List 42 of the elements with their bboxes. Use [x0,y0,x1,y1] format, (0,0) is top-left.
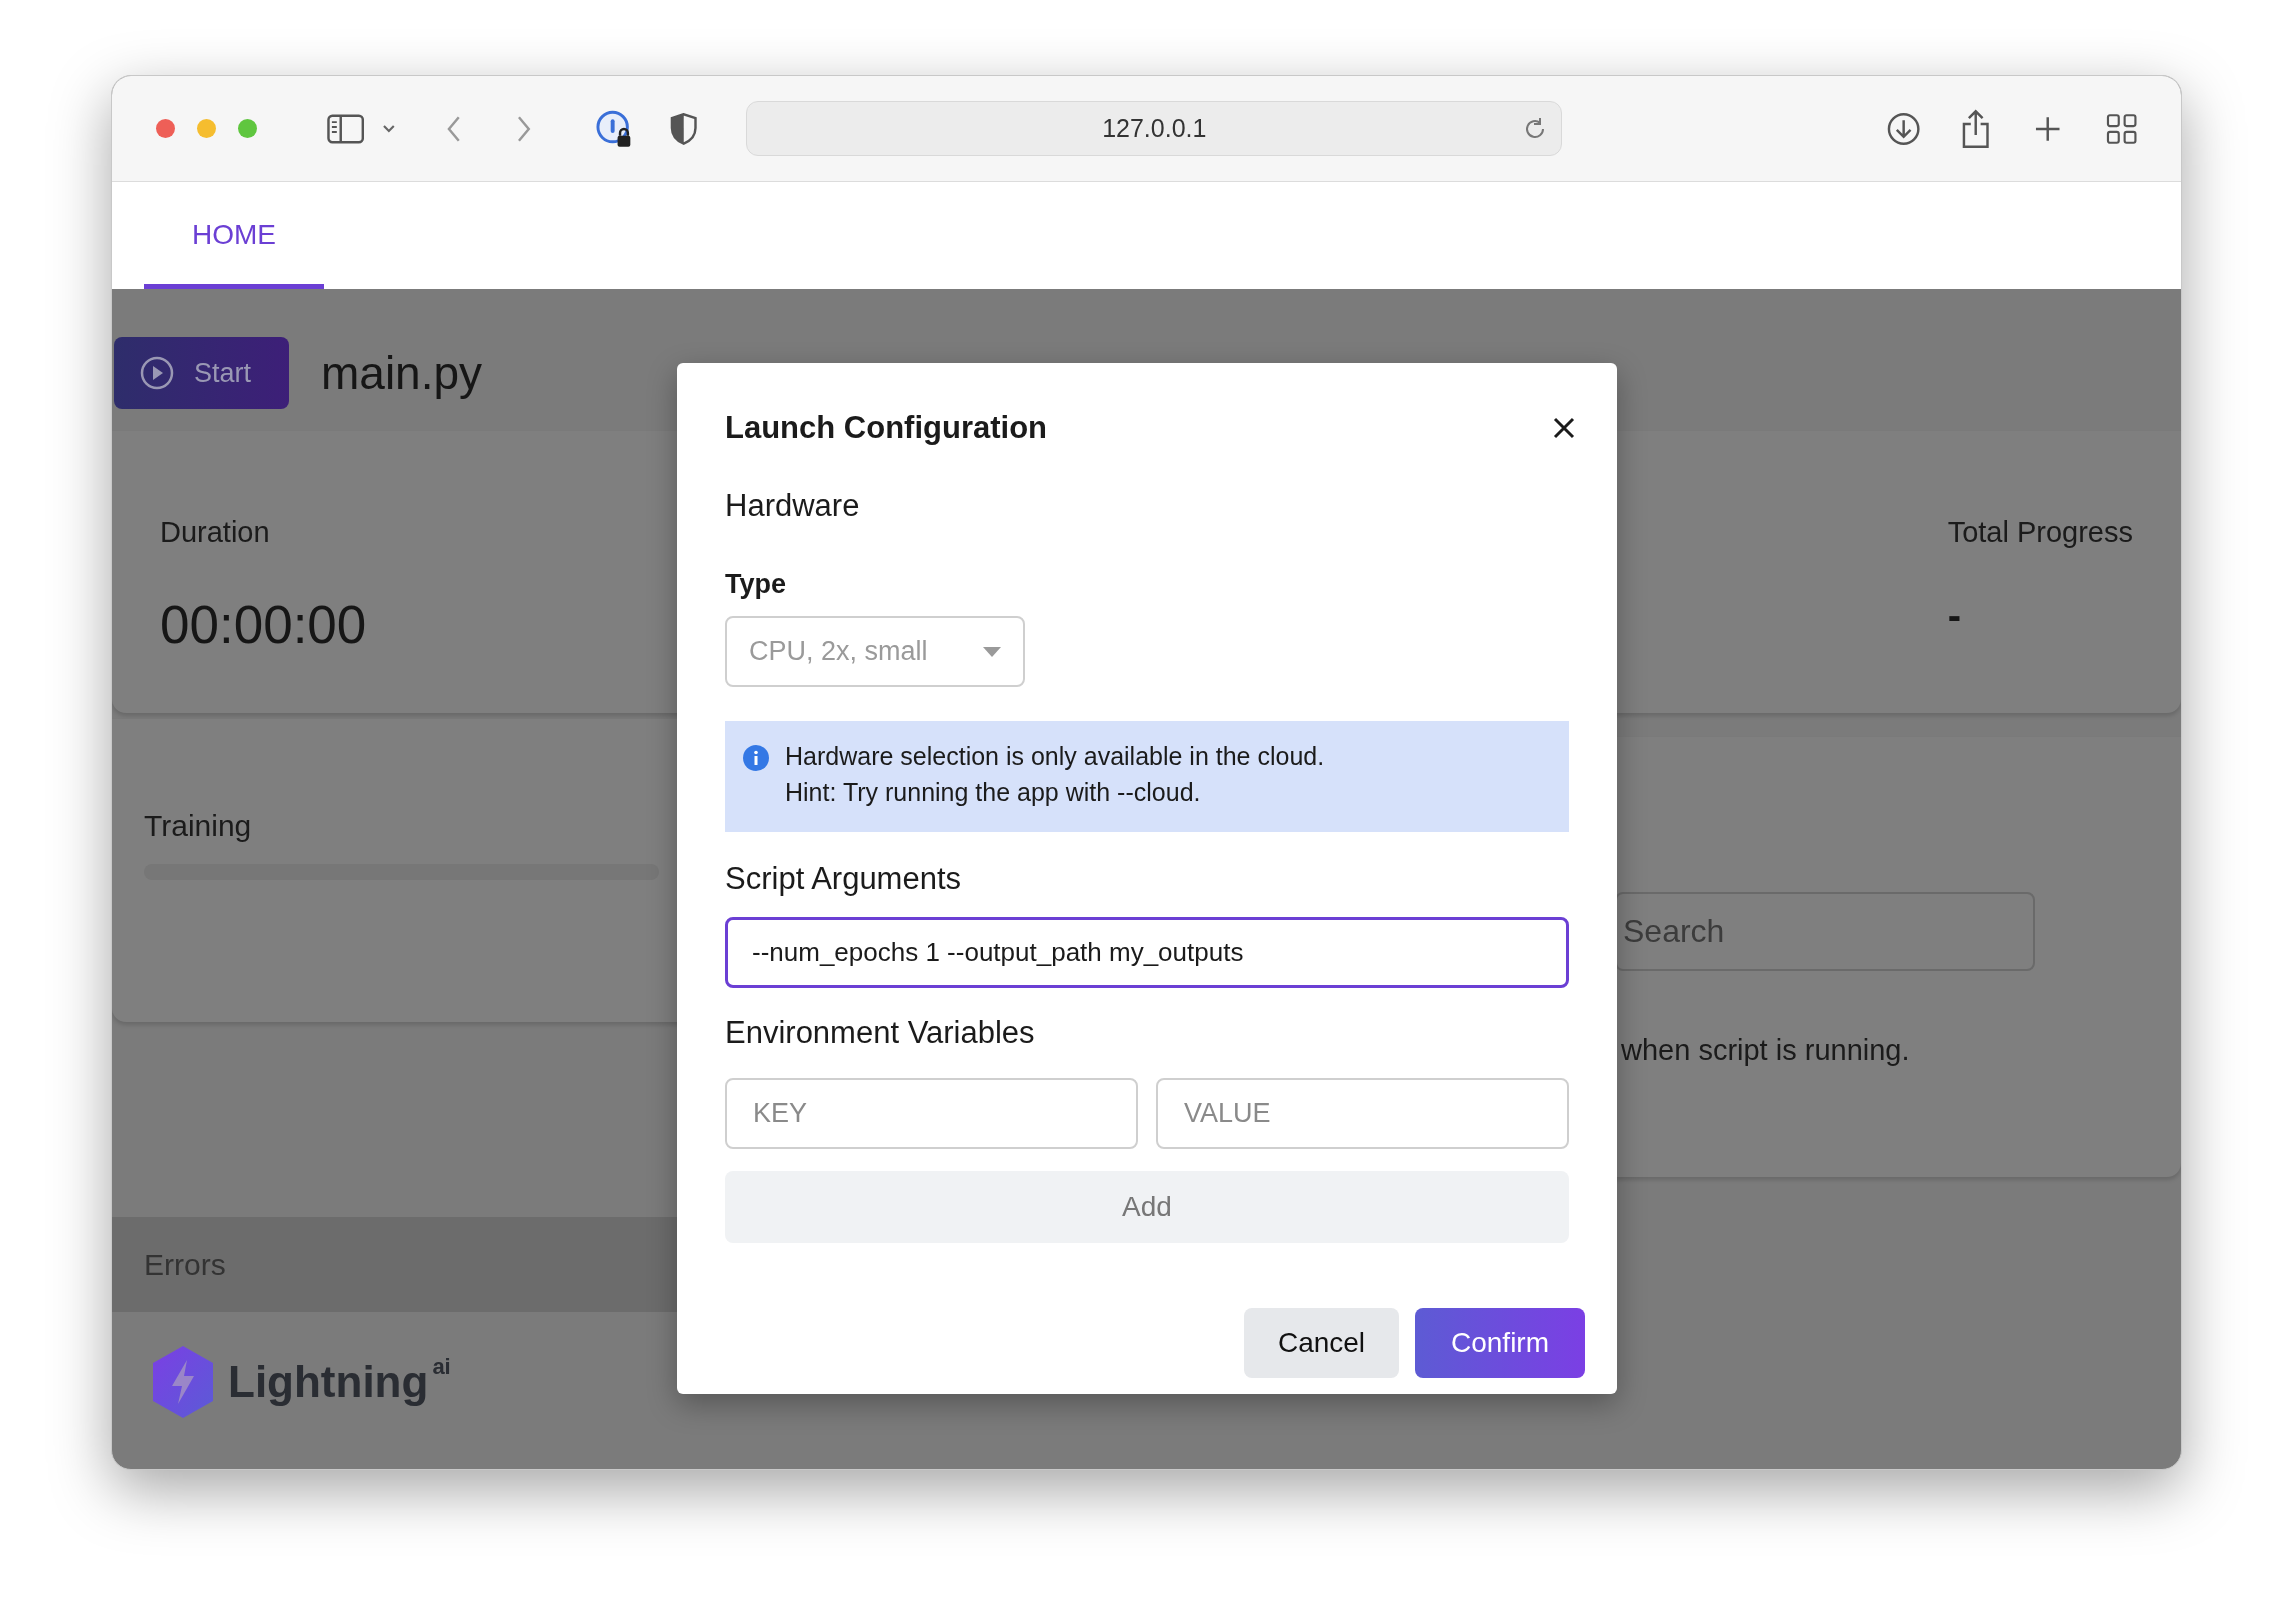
training-title: Training [144,808,252,844]
tab-overview-icon[interactable] [2105,112,2137,145]
url-text: 127.0.0.1 [1102,112,1207,144]
sidebar-icon[interactable] [327,113,365,144]
script-name: main.py [321,345,483,401]
share-icon[interactable] [1960,108,1991,149]
info-icon [743,745,769,771]
dialog-title: Launch Configuration [725,408,1048,447]
field-label: Type [725,567,786,601]
chevron-down-icon[interactable] [382,123,396,134]
stat-value: - [1947,591,1961,639]
notice-line: Hint: Try running the app with --cloud. [785,777,1201,807]
new-tab-icon[interactable] [2034,114,2062,143]
back-icon[interactable] [446,114,462,143]
notice-line: Hardware selection is only available in the cloud. [785,741,1325,771]
errors-title: Errors [144,1247,226,1283]
dropdown-caret-icon [983,646,1001,657]
script-arguments-field[interactable]: --num_epochs 1 --output_path my_outputs [725,916,1569,988]
lightning-logo-icon [150,1344,216,1420]
address-bar[interactable]: 127.0.0.1 [746,101,1563,156]
home-tab[interactable]: HOME [144,182,324,289]
close-icon[interactable] [1553,417,1575,439]
cancel-button[interactable]: Cancel [1244,1308,1399,1378]
stat-label: Duration [160,515,271,550]
value-field[interactable]: VALUE [1156,1078,1569,1149]
logo-text: Lightning [228,1356,429,1408]
section-heading: Hardware [725,487,860,525]
section-heading: Environment Variables [725,1013,1035,1052]
play-icon [140,356,174,390]
confirm-button[interactable]: Confirm [1415,1308,1585,1378]
search-field[interactable]: Search [1615,892,2035,971]
key-field[interactable]: KEY [725,1078,1138,1149]
log-message: when script is running. [1620,1033,1910,1068]
start-button[interactable]: Start [114,337,289,409]
stat-value: 00:00:00 [160,593,367,656]
forward-icon[interactable] [515,114,532,143]
shield-icon[interactable] [668,111,699,146]
stat-label: Total Progress [1947,515,2133,550]
logo-suffix: ai [432,1353,451,1381]
close-window-button[interactable] [156,119,175,138]
section-heading: Script Arguments [725,860,962,898]
download-icon[interactable] [1886,110,1922,147]
